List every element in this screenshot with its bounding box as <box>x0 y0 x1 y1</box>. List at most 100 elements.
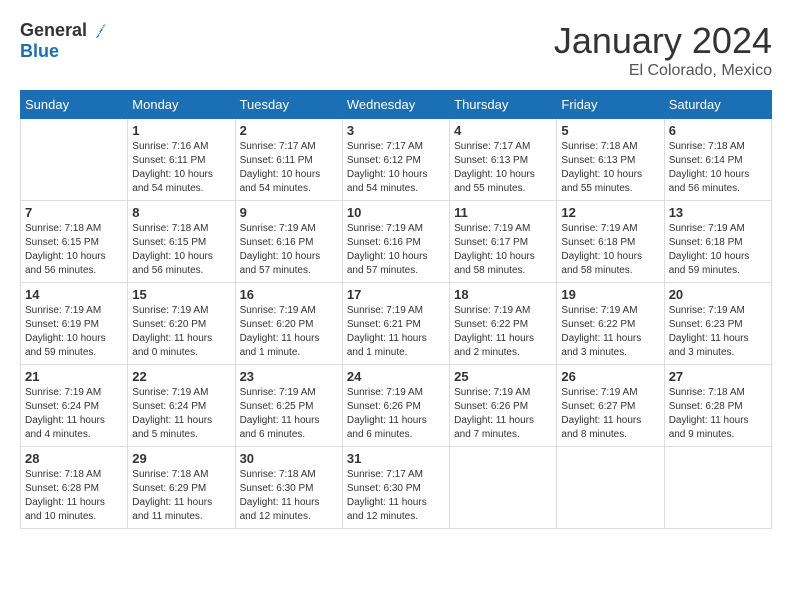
calendar-cell: 31 Sunrise: 7:17 AM Sunset: 6:30 PM Dayli… <box>342 447 449 529</box>
calendar-week-row: 7Sunrise: 7:18 AM Sunset: 6:15 PM Daylig… <box>21 201 772 283</box>
day-number: 15 <box>132 287 230 302</box>
calendar-cell: 22 Sunrise: 7:19 AM Sunset: 6:24 PM Dayli… <box>128 365 235 447</box>
calendar-week-row: 1 Sunrise: 7:16 AM Sunset: 6:11 PM Daylig… <box>21 119 772 201</box>
day-number: 1 <box>132 123 230 138</box>
day-info: Sunrise: 7:19 AM Sunset: 6:17 PM Dayligh… <box>454 222 552 278</box>
day-info: Sunrise: 7:18 AM Sunset: 6:15 PM Dayligh… <box>25 222 123 278</box>
calendar-table: SundayMondayTuesdayWednesdayThursdayFrid… <box>20 90 772 529</box>
weekday-header-wednesday: Wednesday <box>342 91 449 119</box>
calendar-cell: 19Sunrise: 7:19 AM Sunset: 6:22 PM Dayli… <box>557 283 664 365</box>
day-info: Sunrise: 7:19 AM Sunset: 6:26 PM Dayligh… <box>454 386 552 442</box>
day-info: Sunrise: 7:16 AM Sunset: 6:11 PM Dayligh… <box>132 140 230 196</box>
day-number: 9 <box>240 205 338 220</box>
day-number: 28 <box>25 451 123 466</box>
day-info: Sunrise: 7:18 AM Sunset: 6:30 PM Dayligh… <box>240 468 338 524</box>
location-title: El Colorado, Mexico <box>554 62 772 80</box>
day-info: Sunrise: 7:19 AM Sunset: 6:16 PM Dayligh… <box>347 222 445 278</box>
day-number: 30 <box>240 451 338 466</box>
day-info: Sunrise: 7:19 AM Sunset: 6:19 PM Dayligh… <box>25 304 123 360</box>
calendar-cell: 25 Sunrise: 7:19 AM Sunset: 6:26 PM Dayli… <box>450 365 557 447</box>
calendar-cell: 24Sunrise: 7:19 AM Sunset: 6:26 PM Dayli… <box>342 365 449 447</box>
day-info: Sunrise: 7:18 AM Sunset: 6:29 PM Dayligh… <box>132 468 230 524</box>
day-info: Sunrise: 7:17 AM Sunset: 6:12 PM Dayligh… <box>347 140 445 196</box>
calendar-cell: 18 Sunrise: 7:19 AM Sunset: 6:22 PM Dayli… <box>450 283 557 365</box>
calendar-cell: 27Sunrise: 7:18 AM Sunset: 6:28 PM Dayli… <box>664 365 771 447</box>
weekday-header-friday: Friday <box>557 91 664 119</box>
calendar-cell: 29 Sunrise: 7:18 AM Sunset: 6:29 PM Dayli… <box>128 447 235 529</box>
calendar-cell: 5Sunrise: 7:18 AM Sunset: 6:13 PM Daylig… <box>557 119 664 201</box>
calendar-week-row: 14 Sunrise: 7:19 AM Sunset: 6:19 PM Dayli… <box>21 283 772 365</box>
calendar-cell: 3 Sunrise: 7:17 AM Sunset: 6:12 PM Daylig… <box>342 119 449 201</box>
day-number: 25 <box>454 369 552 384</box>
day-info: Sunrise: 7:19 AM Sunset: 6:20 PM Dayligh… <box>240 304 338 360</box>
calendar-week-row: 28 Sunrise: 7:18 AM Sunset: 6:28 PM Dayli… <box>21 447 772 529</box>
calendar-cell: 20 Sunrise: 7:19 AM Sunset: 6:23 PM Dayli… <box>664 283 771 365</box>
day-number: 14 <box>25 287 123 302</box>
day-info: Sunrise: 7:19 AM Sunset: 6:24 PM Dayligh… <box>132 386 230 442</box>
day-number: 11 <box>454 205 552 220</box>
calendar-cell: 23 Sunrise: 7:19 AM Sunset: 6:25 PM Dayli… <box>235 365 342 447</box>
day-info: Sunrise: 7:19 AM Sunset: 6:16 PM Dayligh… <box>240 222 338 278</box>
day-info: Sunrise: 7:17 AM Sunset: 6:30 PM Dayligh… <box>347 468 445 524</box>
day-info: Sunrise: 7:19 AM Sunset: 6:21 PM Dayligh… <box>347 304 445 360</box>
day-info: Sunrise: 7:18 AM Sunset: 6:15 PM Dayligh… <box>132 222 230 278</box>
day-number: 13 <box>669 205 767 220</box>
logo: General Blue <box>20 20 109 62</box>
day-number: 2 <box>240 123 338 138</box>
calendar-cell: 21 Sunrise: 7:19 AM Sunset: 6:24 PM Dayli… <box>21 365 128 447</box>
weekday-header-tuesday: Tuesday <box>235 91 342 119</box>
calendar-cell: 12 Sunrise: 7:19 AM Sunset: 6:18 PM Dayli… <box>557 201 664 283</box>
day-number: 22 <box>132 369 230 384</box>
day-info: Sunrise: 7:19 AM Sunset: 6:20 PM Dayligh… <box>132 304 230 360</box>
day-info: Sunrise: 7:19 AM Sunset: 6:18 PM Dayligh… <box>669 222 767 278</box>
day-number: 5 <box>561 123 659 138</box>
day-number: 17 <box>347 287 445 302</box>
day-number: 24 <box>347 369 445 384</box>
day-number: 20 <box>669 287 767 302</box>
day-info: Sunrise: 7:19 AM Sunset: 6:25 PM Dayligh… <box>240 386 338 442</box>
calendar-cell: 15 Sunrise: 7:19 AM Sunset: 6:20 PM Dayli… <box>128 283 235 365</box>
weekday-header-monday: Monday <box>128 91 235 119</box>
day-info: Sunrise: 7:18 AM Sunset: 6:28 PM Dayligh… <box>25 468 123 524</box>
calendar-cell: 1 Sunrise: 7:16 AM Sunset: 6:11 PM Daylig… <box>128 119 235 201</box>
day-info: Sunrise: 7:18 AM Sunset: 6:28 PM Dayligh… <box>669 386 767 442</box>
logo-general-text: General <box>20 20 87 41</box>
title-area: January 2024 El Colorado, Mexico <box>554 20 772 80</box>
day-number: 26 <box>561 369 659 384</box>
calendar-cell: 11 Sunrise: 7:19 AM Sunset: 6:17 PM Dayli… <box>450 201 557 283</box>
day-number: 21 <box>25 369 123 384</box>
day-info: Sunrise: 7:19 AM Sunset: 6:18 PM Dayligh… <box>561 222 659 278</box>
day-number: 29 <box>132 451 230 466</box>
calendar-cell: 30 Sunrise: 7:18 AM Sunset: 6:30 PM Dayli… <box>235 447 342 529</box>
calendar-cell: 10Sunrise: 7:19 AM Sunset: 6:16 PM Dayli… <box>342 201 449 283</box>
day-number: 3 <box>347 123 445 138</box>
day-number: 23 <box>240 369 338 384</box>
calendar-cell: 17 Sunrise: 7:19 AM Sunset: 6:21 PM Dayli… <box>342 283 449 365</box>
weekday-header-thursday: Thursday <box>450 91 557 119</box>
calendar-cell: 14 Sunrise: 7:19 AM Sunset: 6:19 PM Dayli… <box>21 283 128 365</box>
day-number: 12 <box>561 205 659 220</box>
day-number: 18 <box>454 287 552 302</box>
day-info: Sunrise: 7:19 AM Sunset: 6:24 PM Dayligh… <box>25 386 123 442</box>
day-info: Sunrise: 7:17 AM Sunset: 6:13 PM Dayligh… <box>454 140 552 196</box>
calendar-cell: 2Sunrise: 7:17 AM Sunset: 6:11 PM Daylig… <box>235 119 342 201</box>
weekday-header-sunday: Sunday <box>21 91 128 119</box>
day-number: 6 <box>669 123 767 138</box>
day-info: Sunrise: 7:19 AM Sunset: 6:22 PM Dayligh… <box>454 304 552 360</box>
day-number: 31 <box>347 451 445 466</box>
logo-bird-icon <box>89 21 109 41</box>
calendar-cell: 8Sunrise: 7:18 AM Sunset: 6:15 PM Daylig… <box>128 201 235 283</box>
calendar-cell: 4 Sunrise: 7:17 AM Sunset: 6:13 PM Daylig… <box>450 119 557 201</box>
calendar-cell: 9 Sunrise: 7:19 AM Sunset: 6:16 PM Daylig… <box>235 201 342 283</box>
day-number: 4 <box>454 123 552 138</box>
calendar-cell: 6Sunrise: 7:18 AM Sunset: 6:14 PM Daylig… <box>664 119 771 201</box>
calendar-cell <box>21 119 128 201</box>
calendar-cell: 16Sunrise: 7:19 AM Sunset: 6:20 PM Dayli… <box>235 283 342 365</box>
calendar-cell <box>557 447 664 529</box>
calendar-cell: 7Sunrise: 7:18 AM Sunset: 6:15 PM Daylig… <box>21 201 128 283</box>
header: General Blue January 2024 El Colorado, M… <box>20 20 772 80</box>
calendar-cell: 26Sunrise: 7:19 AM Sunset: 6:27 PM Dayli… <box>557 365 664 447</box>
logo-blue-text: Blue <box>20 41 59 62</box>
calendar-week-row: 21 Sunrise: 7:19 AM Sunset: 6:24 PM Dayli… <box>21 365 772 447</box>
day-info: Sunrise: 7:19 AM Sunset: 6:23 PM Dayligh… <box>669 304 767 360</box>
